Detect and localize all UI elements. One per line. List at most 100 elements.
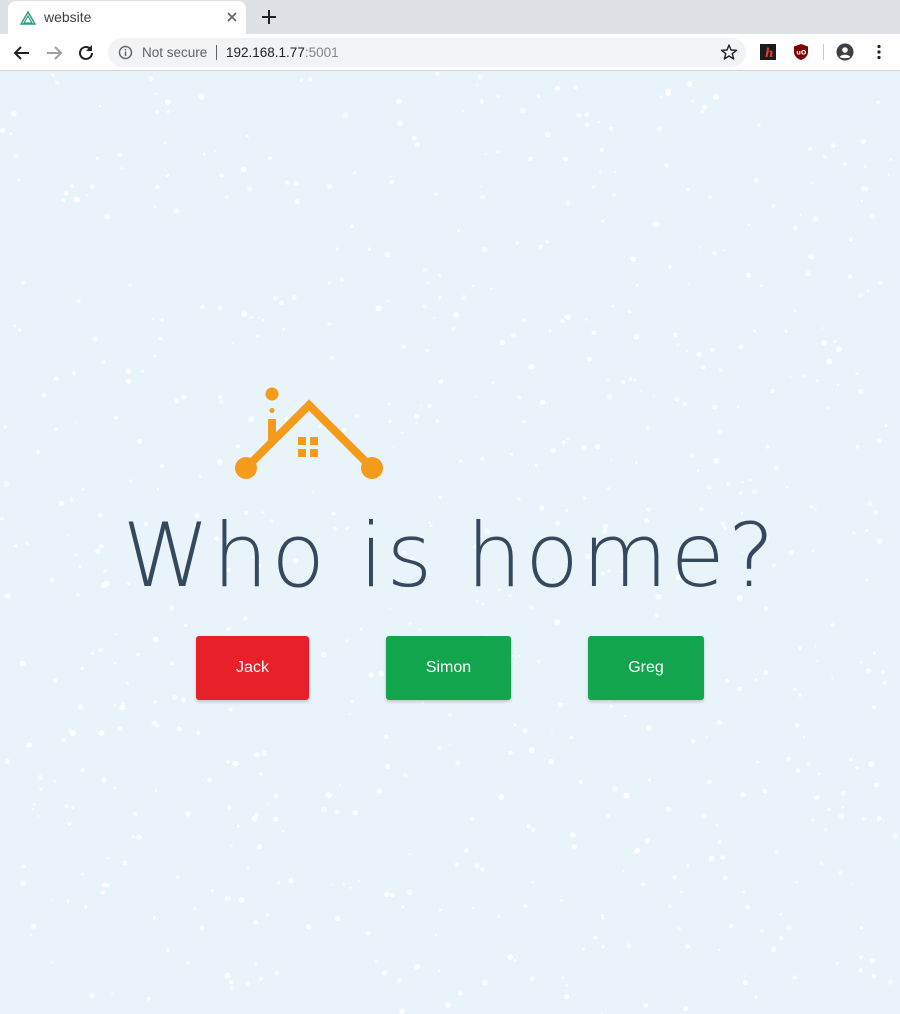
snowflake	[196, 730, 201, 735]
extension-h-icon[interactable]: h	[759, 43, 777, 61]
snowflake	[756, 760, 759, 764]
snowflake	[327, 322, 332, 326]
snowflake	[76, 299, 81, 303]
snowflake	[176, 875, 180, 879]
snowflake	[581, 445, 587, 451]
snowflake	[272, 295, 278, 301]
more-vert-icon[interactable]	[870, 43, 888, 61]
url-text[interactable]: 192.168.1.77:5001	[226, 45, 339, 60]
snowflake	[378, 670, 384, 677]
snowflake	[819, 861, 824, 866]
snowflake	[689, 453, 695, 459]
snowflake	[687, 283, 690, 286]
snowflake	[838, 813, 845, 819]
person-button-jack[interactable]: Jack	[196, 636, 309, 700]
snowflake	[623, 792, 630, 799]
snowflake	[350, 224, 354, 228]
snowflake	[219, 399, 224, 404]
snowflake	[712, 404, 717, 410]
snowflake	[522, 419, 526, 424]
snowflake	[132, 811, 138, 817]
snowflake	[104, 213, 111, 220]
toolbar-divider	[823, 44, 824, 60]
snowflake	[117, 153, 122, 158]
snowflake	[566, 437, 570, 441]
snowflake	[599, 148, 604, 153]
url-host: 192.168.1.77	[226, 45, 305, 60]
snowflake	[37, 774, 43, 781]
info-icon[interactable]	[118, 45, 133, 60]
snowflake	[840, 790, 846, 796]
snowflake	[219, 173, 224, 178]
snowflake	[216, 459, 223, 465]
snowflake	[396, 977, 402, 984]
snowflake	[558, 702, 563, 708]
snowflake	[349, 886, 352, 889]
snowflake	[518, 654, 521, 658]
snowflake	[54, 376, 59, 382]
snowflake	[476, 84, 479, 87]
snowflake	[257, 316, 260, 319]
ublock-origin-icon[interactable]: uO	[792, 43, 810, 61]
snowflake	[61, 737, 66, 743]
snowflake	[515, 241, 520, 245]
snowflake	[224, 194, 229, 200]
snowflake	[496, 94, 500, 99]
security-status[interactable]: Not secure	[142, 45, 207, 60]
snowflake	[101, 890, 105, 895]
snowflake	[185, 811, 191, 817]
plus-icon[interactable]	[258, 7, 280, 27]
snowflake	[576, 112, 582, 119]
snowflake	[229, 980, 234, 985]
person-button-greg[interactable]: Greg	[588, 636, 704, 700]
snowflake	[53, 779, 57, 783]
account-icon[interactable]	[836, 43, 854, 61]
snowflake	[265, 912, 270, 917]
snowflake	[881, 670, 885, 674]
snowflake	[531, 827, 536, 833]
close-icon[interactable]	[224, 9, 240, 25]
snowflake	[876, 100, 880, 105]
snowflake	[392, 445, 395, 448]
snowflake	[92, 336, 98, 342]
snowflake	[484, 153, 487, 156]
snowflake	[258, 976, 263, 982]
snowflake	[255, 334, 260, 339]
person-button-simon[interactable]: Simon	[386, 636, 511, 700]
snowflake	[239, 897, 245, 903]
reload-icon[interactable]	[75, 42, 97, 64]
snowflake	[154, 789, 158, 793]
snowflake	[876, 438, 882, 444]
snowflake	[668, 265, 672, 269]
snowflake	[4, 758, 11, 765]
snowflake	[423, 304, 427, 309]
back-arrow-icon[interactable]	[11, 42, 33, 64]
snowflake	[266, 803, 270, 806]
snowflake	[377, 789, 382, 794]
snowflake	[561, 440, 566, 445]
browser-tab[interactable]: website	[8, 1, 246, 34]
star-icon[interactable]	[720, 43, 738, 61]
snowflake	[855, 444, 860, 449]
snowflake	[765, 444, 770, 449]
forward-arrow-icon[interactable]	[43, 42, 65, 64]
snowflake	[74, 421, 77, 424]
snowflake	[869, 957, 876, 964]
snowflake	[459, 458, 463, 463]
snowflake	[842, 161, 848, 166]
snowflake	[254, 812, 260, 818]
snowflake	[163, 141, 167, 145]
snowflake	[120, 167, 124, 171]
snowflake	[438, 379, 444, 384]
snowflake	[522, 727, 528, 734]
snowflake	[475, 395, 478, 398]
snowflake	[471, 906, 475, 910]
snowflake	[29, 934, 32, 937]
snowflake	[550, 447, 557, 454]
snowflake	[17, 178, 21, 182]
address-bar[interactable]: Not secure 192.168.1.77:5001	[108, 38, 746, 67]
snowflake	[685, 944, 690, 949]
snowflake	[327, 281, 331, 285]
snowflake	[243, 616, 248, 621]
snowflake	[73, 196, 80, 203]
